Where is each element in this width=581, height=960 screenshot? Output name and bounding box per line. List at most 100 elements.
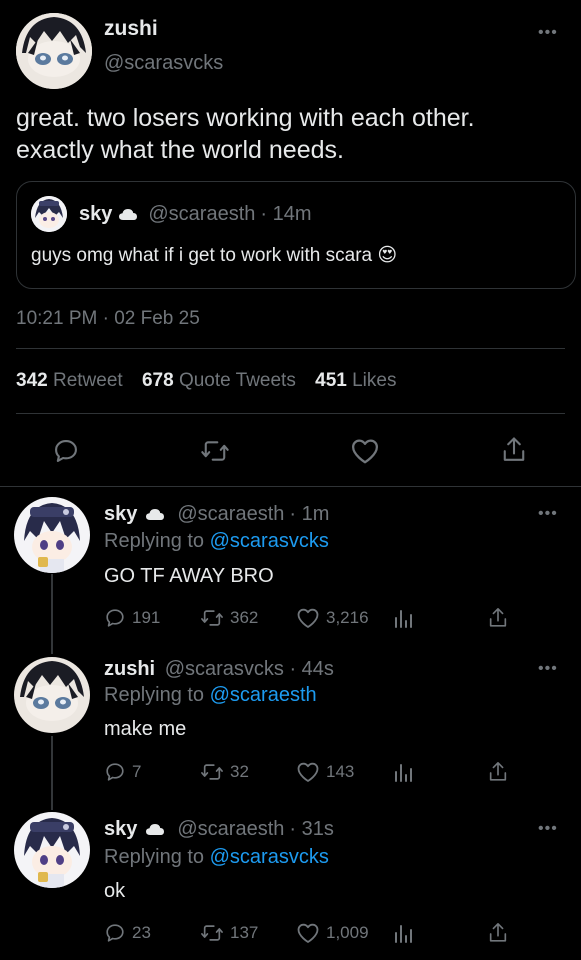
reply-text: ok: [104, 880, 126, 902]
quoted-author-handle[interactable]: @scaraesth: [148, 203, 255, 226]
reply-count: 191: [132, 608, 161, 627]
like-count: 3,216: [326, 608, 369, 627]
reply-time: · 31s: [289, 818, 334, 840]
quoted-tweet[interactable]: sky @scaraesth · 14m guys omg what if i …: [16, 181, 576, 289]
reply-time: · 44s: [289, 658, 334, 680]
replying-to-prefix: Replying to: [104, 530, 205, 552]
timestamp[interactable]: 10:21 PM · 02 Feb 25: [16, 308, 200, 330]
likes-label: Likes: [352, 370, 397, 391]
retweets-count: 342: [16, 370, 48, 391]
quotes-label: Quote Tweets: [178, 370, 296, 391]
tweet-text-line: great. two losers working with each othe…: [16, 104, 475, 132]
cloud-icon: [145, 823, 165, 836]
avatar[interactable]: [16, 13, 92, 89]
reply-action[interactable]: 191: [104, 607, 160, 629]
more-horizontal-icon[interactable]: •••: [538, 660, 558, 678]
reply-action[interactable]: 7: [104, 761, 141, 783]
divider: [0, 486, 581, 487]
retweet-action[interactable]: 137: [200, 922, 258, 944]
more-horizontal-icon[interactable]: •••: [538, 820, 558, 838]
retweets-label: Retweet: [52, 370, 123, 391]
replying-to-link[interactable]: @scarasvcks: [210, 846, 329, 868]
reply-icon: [104, 922, 126, 944]
reply-count: 23: [132, 923, 151, 942]
reply-author-handle[interactable]: @scarasvcks: [165, 658, 284, 680]
author-handle[interactable]: @scarasvcks: [104, 52, 223, 75]
like-count: 143: [326, 762, 355, 781]
quoted-author-name[interactable]: sky: [79, 203, 112, 226]
tweet-text-line: exactly what the world needs.: [16, 136, 344, 164]
like-icon: [296, 761, 320, 783]
reply-author-name[interactable]: sky: [104, 818, 137, 841]
share-icon[interactable]: [487, 760, 509, 784]
likes-stat[interactable]: 451 Likes: [315, 370, 396, 391]
divider: [16, 413, 565, 414]
avatar[interactable]: [14, 812, 90, 888]
tweet-text: great. two losers working with each othe…: [16, 102, 475, 166]
like-action[interactable]: 3,216: [296, 607, 369, 629]
reply-action[interactable]: 23: [104, 922, 151, 944]
retweet-icon: [200, 922, 224, 944]
quoted-time: · 14m: [260, 203, 312, 225]
avatar: [31, 196, 67, 232]
reply-author-handle[interactable]: @scaraesth: [177, 503, 284, 526]
reply-header: sky @scaraesth · 31s: [104, 818, 334, 841]
retweet-count: 362: [230, 608, 259, 627]
share-icon[interactable]: [487, 921, 509, 945]
reply-icon: [104, 607, 126, 629]
like-icon[interactable]: [350, 437, 380, 465]
reply-icon: [104, 761, 126, 783]
replying-to-prefix: Replying to: [104, 846, 205, 868]
like-count: 1,009: [326, 923, 369, 942]
quoted-text: guys omg what if i get to work with scar…: [31, 244, 397, 267]
analytics-icon[interactable]: [393, 607, 415, 629]
replying-to: Replying to @scarasvcks: [104, 530, 329, 553]
reply-text: make me: [104, 718, 187, 740]
retweet-icon: [200, 607, 224, 629]
thread-line: [51, 574, 53, 654]
retweet-action[interactable]: 362: [200, 607, 258, 629]
retweet-icon: [200, 761, 224, 783]
like-action[interactable]: 143: [296, 761, 354, 783]
reply-text: GO TF AWAY BRO: [104, 565, 274, 587]
like-action[interactable]: 1,009: [296, 922, 369, 944]
reply-author-name[interactable]: zushi: [104, 658, 155, 680]
author-name[interactable]: zushi: [104, 17, 158, 41]
reply-author-handle[interactable]: @scaraesth: [177, 818, 284, 841]
analytics-icon[interactable]: [393, 761, 415, 783]
quotes-stat[interactable]: 678 Quote Tweets: [142, 370, 301, 391]
reply-header: zushi @scarasvcks · 44s: [104, 658, 334, 681]
replying-to: Replying to @scarasvcks: [104, 846, 329, 869]
replying-to-prefix: Replying to: [104, 684, 205, 706]
avatar[interactable]: [14, 657, 90, 733]
avatar[interactable]: [14, 497, 90, 573]
analytics-icon[interactable]: [393, 922, 415, 944]
quotes-count: 678: [141, 370, 174, 391]
like-icon: [296, 922, 320, 944]
cloud-icon: [145, 508, 165, 521]
more-horizontal-icon[interactable]: •••: [538, 24, 558, 42]
quoted-header: sky @scaraesth · 14m: [79, 203, 312, 226]
tweet-stats: 342 Retweet 678 Quote Tweets 451 Likes: [16, 370, 396, 392]
quoted-text-body: guys omg what if i get to work with scar…: [31, 245, 373, 266]
replying-to-link[interactable]: @scarasvcks: [210, 530, 329, 552]
reply-header: sky @scaraesth · 1m: [104, 503, 329, 526]
reply-author-name[interactable]: sky: [104, 503, 137, 526]
divider: [16, 348, 565, 349]
likes-count: 451: [315, 370, 347, 391]
like-icon: [296, 607, 320, 629]
reply-icon[interactable]: [52, 437, 80, 465]
heart-eyes-emoji: 😍: [377, 245, 398, 266]
retweet-action[interactable]: 32: [200, 761, 249, 783]
share-icon[interactable]: [500, 435, 528, 465]
reply-time: · 1m: [289, 503, 330, 525]
cloud-icon: [118, 208, 138, 221]
share-icon[interactable]: [487, 606, 509, 630]
more-horizontal-icon[interactable]: •••: [538, 505, 558, 523]
retweet-count: 32: [230, 762, 249, 781]
retweet-icon[interactable]: [200, 437, 230, 465]
retweet-count: 137: [230, 923, 259, 942]
replying-to-link[interactable]: @scaraesth: [210, 684, 317, 706]
reply-count: 7: [132, 762, 142, 781]
retweets-stat[interactable]: 342 Retweet: [16, 370, 128, 391]
